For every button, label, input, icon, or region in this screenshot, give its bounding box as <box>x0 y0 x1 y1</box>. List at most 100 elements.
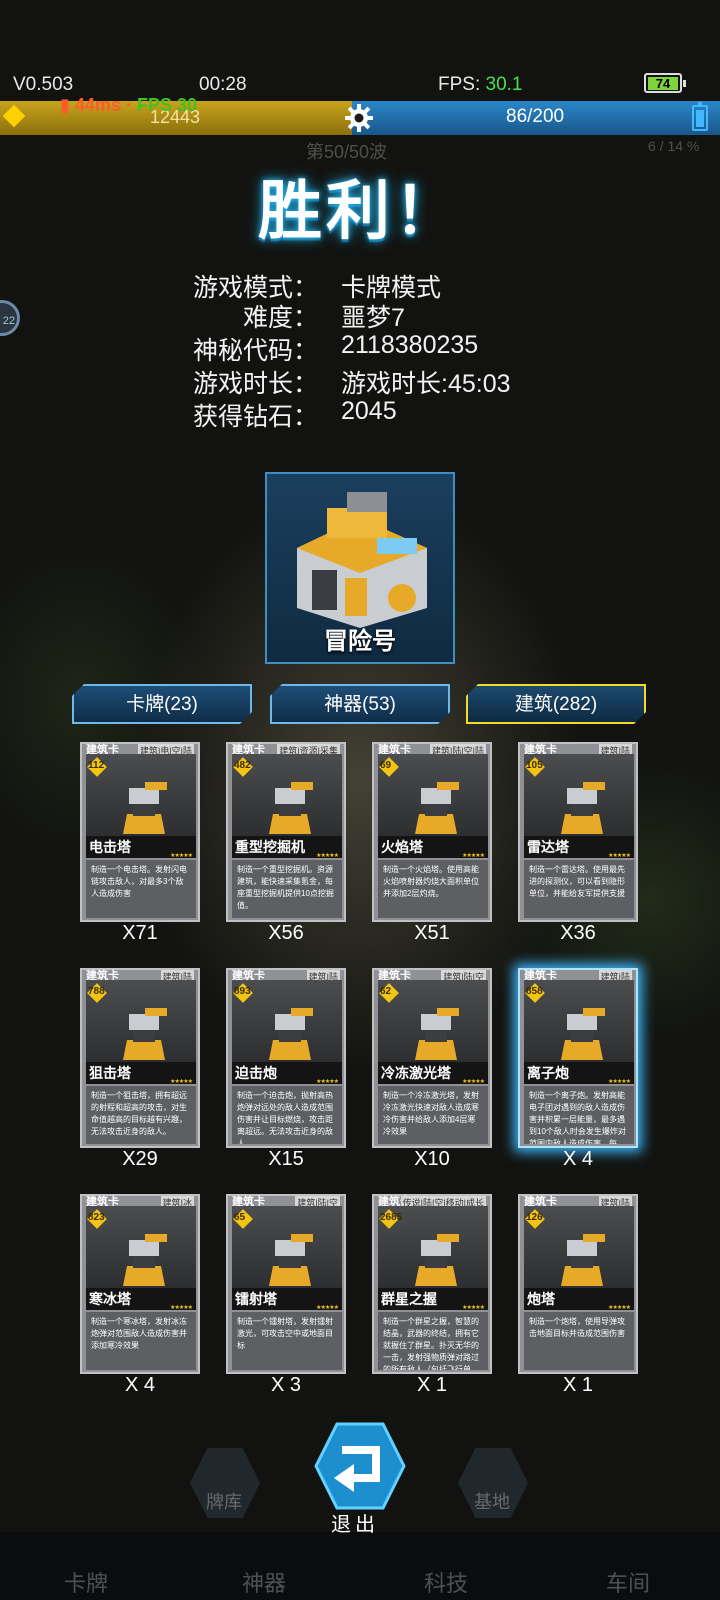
building-card[interactable]: 建筑卡 建筑|陆 893 迫击炮 ★★★★★ 制造一个迫击炮，抛射高热炮弹对远处的敌人造成… <box>226 968 346 1148</box>
deck-label: 牌库 <box>206 1492 242 1512</box>
card-description: 制造一个重型挖掘机。资源建筑，能快速采集氪金，每座重型挖掘机提供10点挖掘值。 <box>232 860 342 918</box>
card-count: X 4 <box>562 1148 594 1170</box>
card-description: 制造一个寒冰塔，发射冰冻炮弹对范围敌人造成伤害并添加寒冷效果 <box>86 1312 196 1370</box>
exit-label: 退出 <box>331 1514 379 1536</box>
card-cost-badge: 823 <box>86 1208 110 1232</box>
network-ping: ▮ 44ms · FPS 30 <box>60 95 197 115</box>
card-rank-stars: ★★★★★ <box>462 853 485 859</box>
info-row-difficulty: 难度： 噩梦7 <box>242 304 405 332</box>
card-count: X10 <box>414 1148 450 1170</box>
gold-bar: 12443 ▮ 44ms · FPS 30 <box>0 95 352 135</box>
card-description: 制造一个群星之握，智慧的结晶，武器的终结，拥有它就握住了群星。扑灭无华的一击，发… <box>378 1312 488 1370</box>
nav-cards[interactable]: 卡牌 <box>64 1566 108 1598</box>
card-cost-badge: 65 <box>232 1208 256 1232</box>
card-description: 制造一个迫击炮，抛射高热炮弹对远处的敌人造成范围伤害并让目标燃烧，攻击距离超远。… <box>232 1086 342 1144</box>
card-description: 制造一个狙击塔，拥有超远的射程和超高的攻击，对生命值越高的目标越有兴趣，无法攻击… <box>86 1086 196 1144</box>
tower-icon <box>561 1234 605 1286</box>
tab-buildings[interactable]: 建筑(282) <box>466 684 646 724</box>
card-count: X51 <box>414 922 450 944</box>
nav-artifacts[interactable]: 神器 <box>242 1566 286 1598</box>
card-cost-badge: 893 <box>232 982 256 1006</box>
card-count: X71 <box>122 922 158 944</box>
card-cost-badge: 69 <box>378 756 402 780</box>
card-rank-stars: ★★★★★ <box>170 853 193 859</box>
card-cost-badge: 858 <box>524 982 548 1006</box>
card-rank-stars: ★★★★★ <box>316 853 339 859</box>
card-rank-stars: ★★★★★ <box>462 1079 485 1085</box>
building-card[interactable]: 建筑卡 建筑|资源|采集 482 重型挖掘机 ★★★★★ 制造一个重型挖掘机。资源建筑，能… <box>226 742 346 922</box>
building-card[interactable]: 建筑卡 建筑|陆|空 65 镭射塔 ★★★★★ 制造一个镭射塔，发射镭射激光，可攻击空中或… <box>226 1194 346 1374</box>
nav-tech[interactable]: 科技 <box>424 1566 468 1598</box>
clock: 00:28 <box>199 74 247 95</box>
card-cost-badge: 788 <box>86 982 110 1006</box>
tab-artifacts[interactable]: 神器(53) <box>270 684 450 724</box>
card-description: 制造一个雷达塔。使用最先进的探测仪，可以看到隐形单位，并能给友军提供支援 <box>524 860 634 918</box>
info-row-mode: 游戏模式： 卡牌模式 <box>192 274 442 302</box>
card-count: X15 <box>268 1148 304 1170</box>
card-count: X 4 <box>124 1374 156 1396</box>
building-card[interactable]: 建筑卡 建筑|陆 105 雷达塔 ★★★★★ 制造一个雷达塔。使用最先进的探测仪，可以看到… <box>518 742 638 922</box>
tower-icon <box>123 1234 167 1286</box>
tower-icon <box>269 1234 313 1286</box>
card-cost-badge: 482 <box>232 756 256 780</box>
card-description: 制造一个离子炮。发射高能电子团对遇到的敌人造成伤害并积累一层能量，最多遇到10个… <box>524 1086 634 1144</box>
building-name: 冒险号 <box>324 628 396 655</box>
building-card[interactable]: 建筑卡 建筑|陆 858 离子炮 ★★★★★ 制造一个离子炮。发射高能电子团对遇到的敌人造… <box>518 968 638 1148</box>
tower-icon <box>269 1008 313 1060</box>
battery-icon: 74 <box>644 73 686 93</box>
building-card[interactable]: 建筑卡 建筑|陆 126 炮塔 ★★★★★ 制造一个炮塔，使用导弹攻击地面目标并造成范围伤… <box>518 1194 638 1374</box>
card-rank-stars: ★★★★★ <box>316 1079 339 1085</box>
fps-readout: FPS: 30.1 <box>438 74 523 95</box>
info-row-seed: 神秘代码： 2118380235 <box>192 331 479 365</box>
tower-icon <box>415 1008 459 1060</box>
tower-icon <box>415 1234 459 1286</box>
tower-icon <box>561 782 605 834</box>
info-row-duration: 游戏时长： 游戏时长:45:03 <box>192 370 511 398</box>
bottom-nav: 卡牌 神器 科技 车间 <box>0 1532 720 1600</box>
building-card[interactable]: 建筑卡 建筑|陆 788 狙击塔 ★★★★★ 制造一个狙击塔，拥有超远的射程和超高的攻击，… <box>80 968 200 1148</box>
battery-level: 74 <box>648 77 678 90</box>
population-count: 86/200 <box>506 106 565 127</box>
progress-info: 6 / 14 % <box>648 138 700 154</box>
tab-cards[interactable]: 卡牌(23) <box>72 684 252 724</box>
gold-diamond-icon <box>2 104 26 128</box>
card-count: X36 <box>560 922 596 944</box>
card-description: 制造一个电击塔。发射闪电链攻击敌人，对最多3个敌人造成伤害 <box>86 860 196 918</box>
tower-icon <box>123 782 167 834</box>
card-description: 制造一个火焰塔。使用高能火焰喷射器灼烧大面积单位并添加2层灼烧。 <box>378 860 488 918</box>
tower-icon <box>123 1008 167 1060</box>
card-description: 制造一个镭射塔，发射镭射激光，可攻击空中或地面目标 <box>232 1312 342 1370</box>
signal-icon: ▮ <box>60 95 70 115</box>
settings-gear-icon[interactable] <box>344 103 374 133</box>
card-cost-badge: 2685 <box>378 1208 402 1232</box>
building-card[interactable]: 建筑卡 建筑|陆|空|陆 69 火焰塔 ★★★★★ 制造一个火焰塔。使用高能火焰喷射器灼烧… <box>372 742 492 922</box>
energy-battery-icon <box>692 102 708 131</box>
card-description: 制造一个炮塔，使用导弹攻击地面目标并造成范围伤害 <box>524 1312 634 1370</box>
card-cost-badge: 105 <box>524 756 548 780</box>
card-rank-stars: ★★★★★ <box>608 1305 631 1311</box>
building-card[interactable]: 建筑卡 建筑|电|空|陆 112 电击塔 ★★★★★ 制造一个电击塔。发射闪电链攻击敌人，… <box>80 742 200 922</box>
building-card[interactable]: 建筑卡 传说|陆|空|移动|成长 2685 群星之握 ★★★★★ 制造一个群星之握，智慧的… <box>372 1194 492 1374</box>
building-image <box>297 492 427 628</box>
card-count: X 1 <box>416 1374 448 1396</box>
card-rank-stars: ★★★★★ <box>170 1079 193 1085</box>
building-card[interactable]: 建筑卡 建筑|陆|空 62 冷冻激光塔 ★★★★★ 制造一个冷冻激光塔，发射冷冻激光快速对… <box>372 968 492 1148</box>
exit-button[interactable] <box>314 1420 406 1512</box>
card-count: X 1 <box>562 1374 594 1396</box>
card-cost-badge: 126 <box>524 1208 548 1232</box>
card-rank-stars: ★★★★★ <box>316 1305 339 1311</box>
info-row-diamonds: 获得钻石： 2045 <box>192 397 397 431</box>
nav-workshop[interactable]: 车间 <box>606 1566 650 1598</box>
building-card[interactable]: 建筑卡 建筑|冰 823 寒冰塔 ★★★★★ 制造一个寒冰塔，发射冰冻炮弹对范围敌人造成伤… <box>80 1194 200 1374</box>
tower-icon <box>415 782 459 834</box>
victory-title: 胜利！ <box>258 175 462 247</box>
card-description: 制造一个冷冻激光塔，发射冷冻激光快速对敌人造成寒冷伤害并给敌人添加4层寒冷效果 <box>378 1086 488 1144</box>
card-rank-stars: ★★★★★ <box>608 1079 631 1085</box>
main-building-card[interactable]: 冒险号 <box>265 472 455 664</box>
card-rank-stars: ★★★★★ <box>170 1305 193 1311</box>
tower-icon <box>269 782 313 834</box>
card-cost-badge: 112 <box>86 756 110 780</box>
base-label: 基地 <box>474 1492 510 1512</box>
population-bar: 86/200 <box>352 101 720 135</box>
card-count: X56 <box>268 922 304 944</box>
